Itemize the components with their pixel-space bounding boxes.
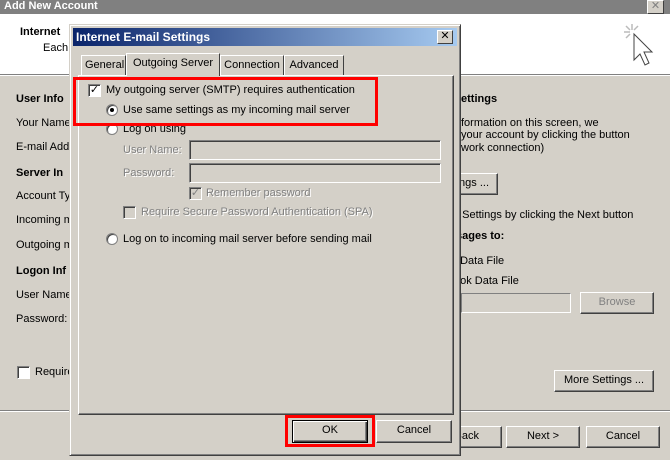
background-window-title: Add New Account	[4, 0, 98, 12]
tab-advanced-label: Advanced	[289, 59, 339, 71]
require-spa-dialog-checkbox[interactable]	[123, 206, 136, 219]
account-type-label: Account Ty	[16, 190, 71, 202]
close-icon: ✕	[650, 0, 661, 12]
test-settings-text-3: work connection)	[461, 142, 545, 154]
incoming-server-label: Incoming m	[16, 214, 73, 226]
password-label: Password:	[16, 313, 68, 325]
tab-advanced[interactable]: Advanced	[284, 55, 344, 75]
dialog-title: Internet E-mail Settings	[76, 30, 211, 44]
require-spa-checkbox[interactable]	[17, 366, 30, 379]
tab-outgoing-server[interactable]: Outgoing Server	[126, 53, 220, 76]
dialog-cancel-button[interactable]: Cancel	[376, 420, 452, 443]
remember-password-checkbox[interactable]: ✓	[189, 187, 202, 200]
wizard-cursor-icon	[624, 24, 654, 66]
next-label: Next >	[526, 430, 560, 442]
next-button[interactable]: Next >	[506, 426, 580, 448]
dialog-cancel-label: Cancel	[396, 424, 432, 436]
background-header-subtitle: Each	[43, 42, 69, 54]
more-settings-button[interactable]: More Settings ...	[554, 370, 654, 392]
log-on-incoming-first-radio[interactable]	[106, 233, 118, 245]
logon-user-name-label: User Name:	[123, 144, 182, 156]
log-on-incoming-first-label: Log on to incoming mail server before se…	[123, 233, 372, 245]
user-info-heading: User Info	[16, 93, 64, 105]
server-info-heading: Server In	[16, 167, 64, 179]
user-name-label: User Name	[16, 289, 72, 301]
background-header-title: Internet	[20, 26, 61, 38]
email-address-label: E-mail Add	[16, 141, 70, 153]
background-cancel-button[interactable]: Cancel	[586, 426, 660, 448]
browse-button[interactable]: Browse	[580, 292, 654, 314]
require-spa-label: Require	[35, 366, 74, 378]
logon-password-label: Password:	[123, 167, 175, 179]
dialog-close-button[interactable]: ✕	[437, 30, 453, 44]
tab-connection[interactable]: Connection	[220, 55, 284, 75]
next-hint-text: t Settings by clicking the Next button	[456, 209, 634, 221]
test-settings-heading: ettings	[461, 93, 498, 105]
check-icon: ✓	[190, 187, 201, 199]
ok-highlight	[285, 415, 375, 447]
close-icon: ✕	[440, 30, 450, 42]
data-file-option-1[interactable]: t Data File	[454, 255, 504, 267]
dialog-titlebar: Internet E-mail Settings	[73, 28, 457, 46]
background-window-titlebar: Add New Account	[0, 0, 670, 14]
outgoing-server-label: Outgoing m	[16, 239, 73, 251]
remember-password-label: Remember password	[206, 187, 311, 199]
more-settings-label: More Settings ...	[563, 374, 645, 386]
deliver-heading: sages to:	[456, 230, 505, 242]
test-settings-text-2: your account by clicking the button	[461, 129, 630, 141]
require-spa-dialog-label: Require Secure Password Authentication (…	[141, 206, 373, 218]
smtp-auth-highlight	[73, 77, 378, 126]
test-settings-text-1: formation on this screen, we	[461, 117, 599, 129]
test-account-settings-label: ings ...	[456, 177, 489, 189]
tab-connection-label: Connection	[224, 59, 280, 71]
tab-outgoing-server-label: Outgoing Server	[132, 57, 214, 69]
data-file-path-input[interactable]	[461, 293, 571, 313]
logon-password-input[interactable]	[189, 163, 441, 183]
logon-user-name-input[interactable]	[189, 140, 441, 160]
data-file-option-2[interactable]: ook Data File	[454, 275, 519, 287]
logon-info-heading: Logon Inf	[16, 265, 67, 277]
background-cancel-label: Cancel	[605, 430, 641, 442]
tab-general-label: General	[85, 59, 125, 71]
internet-email-settings-dialog: Internet E-mail Settings ✕ General Outgo…	[69, 24, 461, 456]
your-name-label: Your Name	[16, 117, 71, 129]
background-close-button[interactable]: ✕	[647, 0, 664, 14]
tab-general[interactable]: General	[81, 55, 126, 75]
browse-label: Browse	[598, 296, 636, 308]
